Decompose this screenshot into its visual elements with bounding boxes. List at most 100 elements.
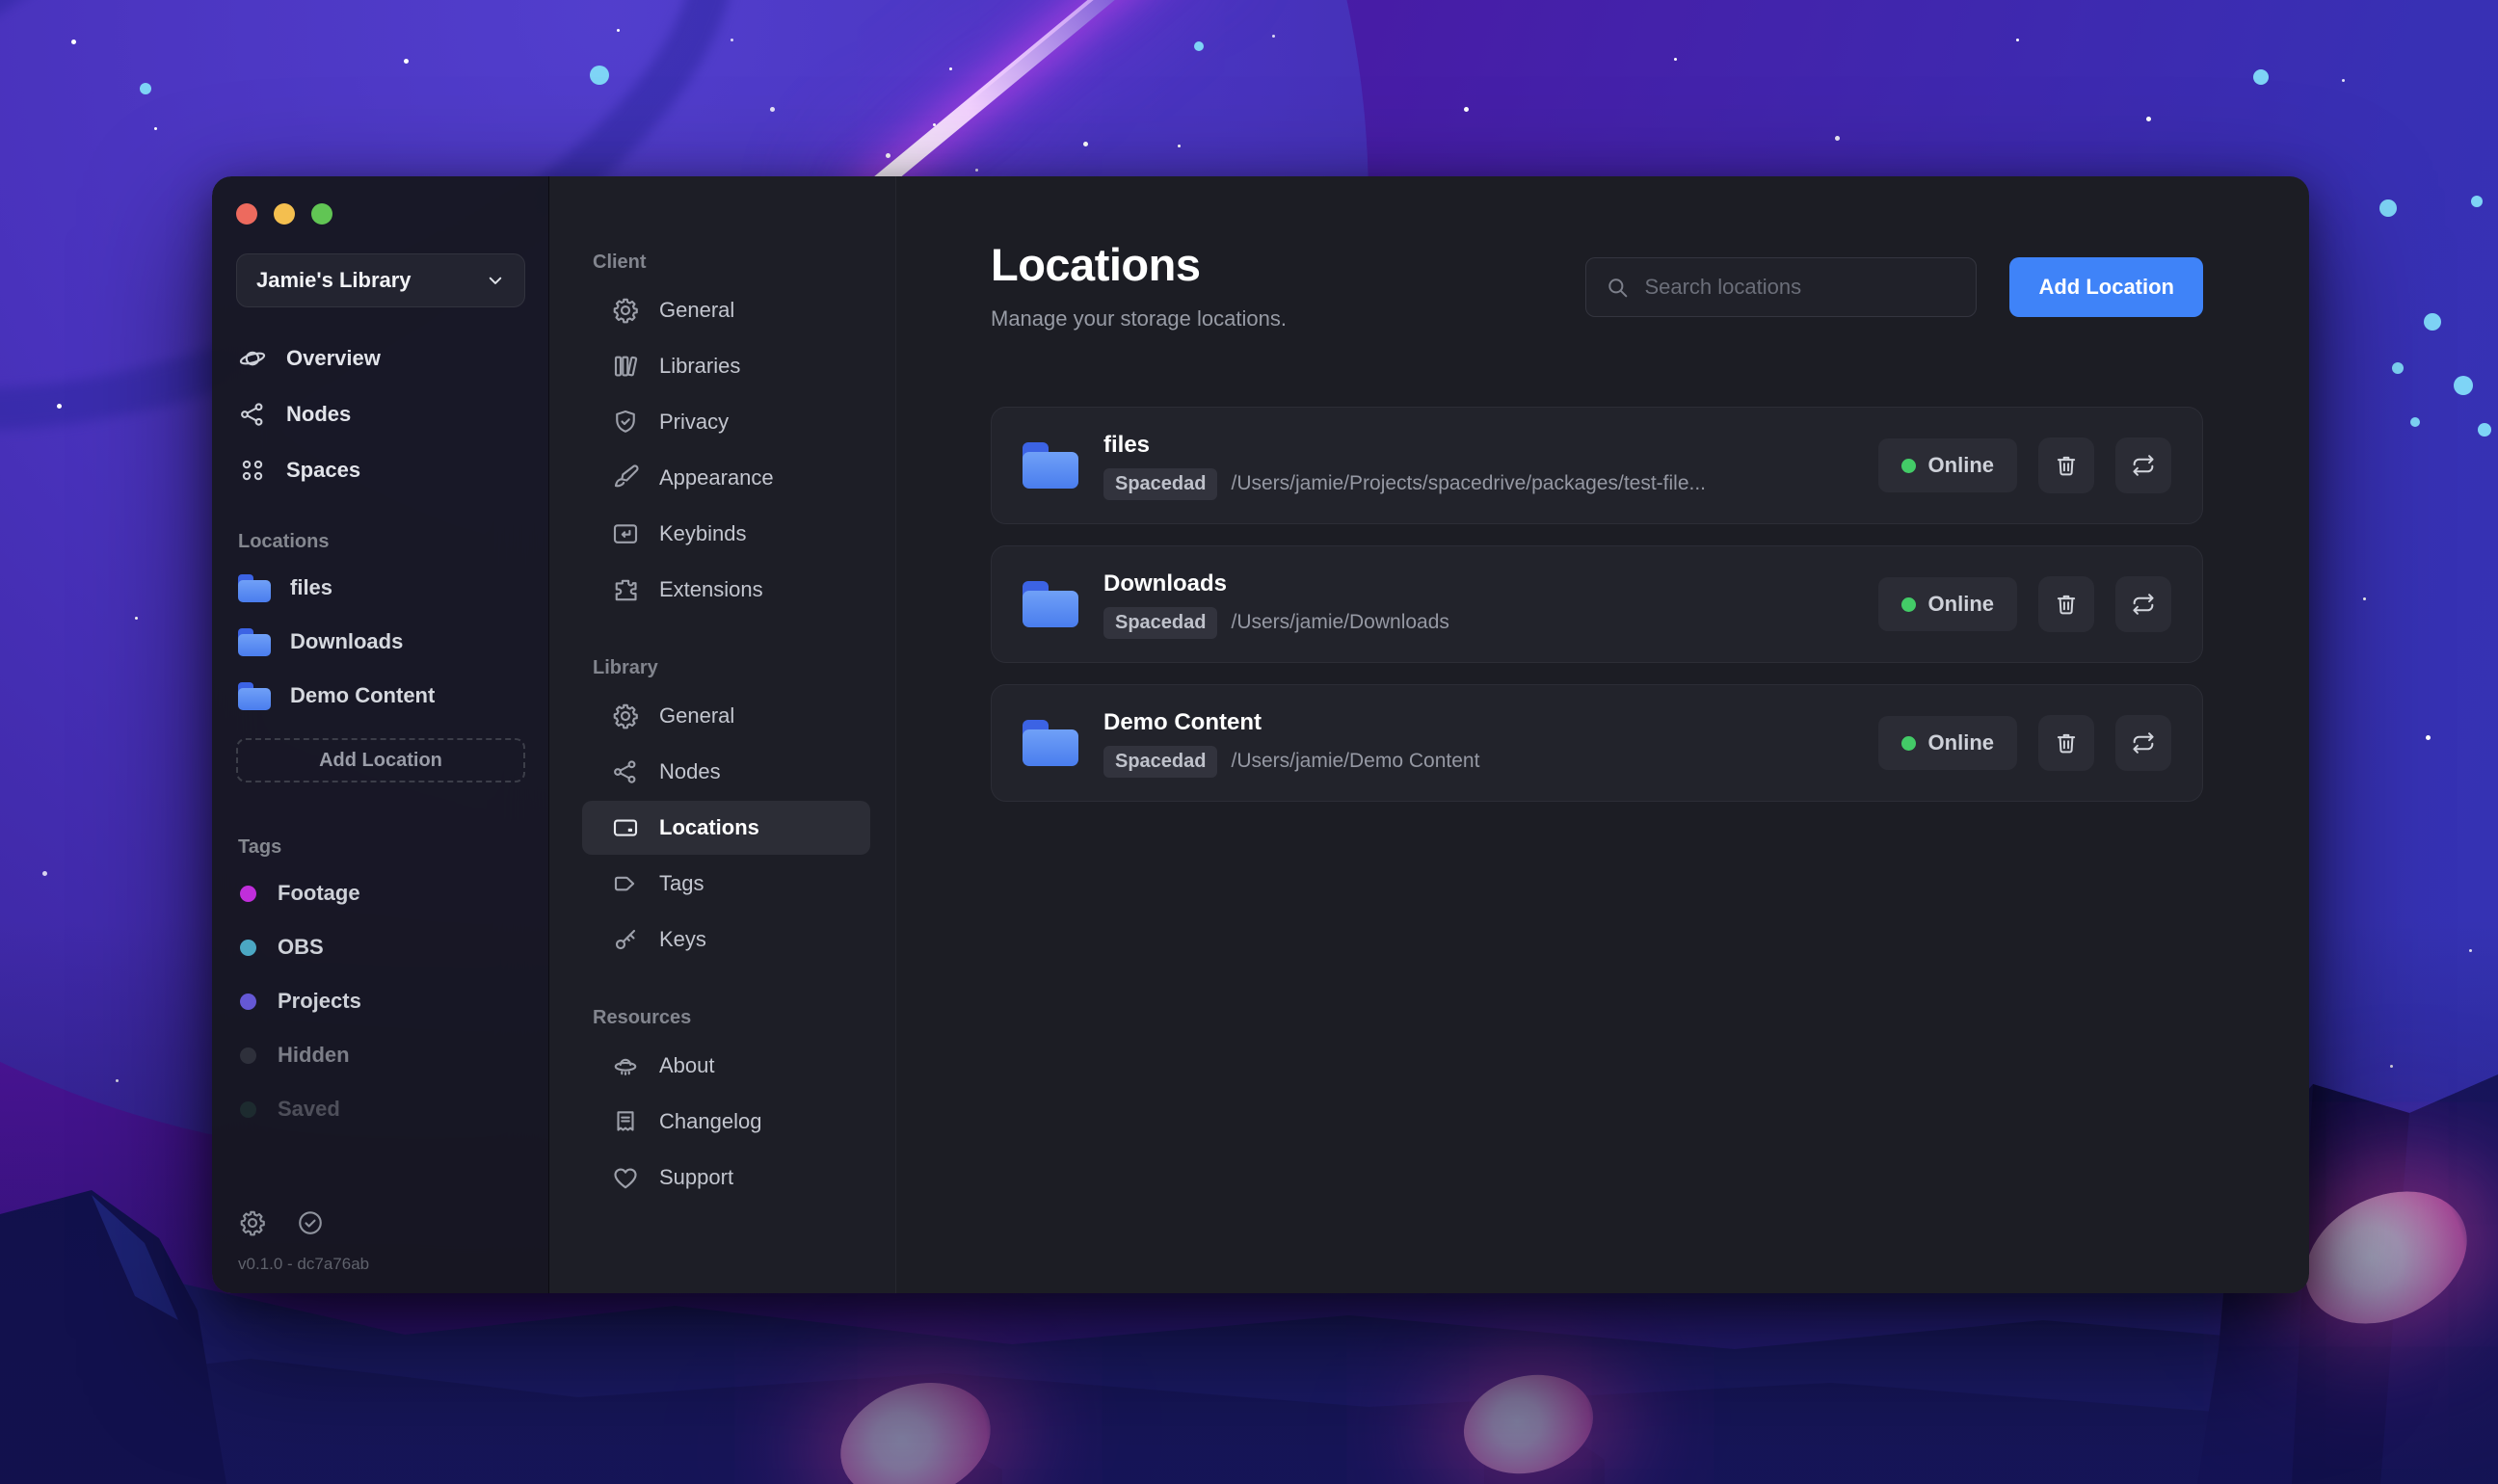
pink-crystal-glow xyxy=(2283,1165,2489,1350)
status-badge: Online xyxy=(1877,438,2017,492)
sidebar-tag-hidden[interactable]: Hidden xyxy=(212,1028,548,1082)
status-badge: Online xyxy=(1877,577,2017,631)
settings-item-extensions[interactable]: Extensions xyxy=(582,563,870,617)
locations-section-header: Locations xyxy=(238,531,330,552)
settings-item-label: Privacy xyxy=(659,410,730,434)
main-content: Locations Manage your storage locations.… xyxy=(896,176,2309,1293)
settings-item-label: About xyxy=(659,1053,715,1077)
settings-item-libraries[interactable]: Libraries xyxy=(582,339,870,393)
folder-icon xyxy=(238,681,271,710)
paintbrush-icon xyxy=(611,464,640,492)
gear-icon[interactable] xyxy=(238,1208,267,1237)
status-label: Online xyxy=(1927,730,1994,755)
refresh-icon xyxy=(2130,452,2157,479)
settings-item-tags[interactable]: Tags xyxy=(582,857,870,911)
settings-item-appearance[interactable]: Appearance xyxy=(582,451,870,505)
settings-item-client-general[interactable]: General xyxy=(582,283,870,337)
tag-label: Saved xyxy=(278,1097,340,1121)
tag-icon xyxy=(611,869,640,898)
sidebar-add-location-button[interactable]: Add Location xyxy=(236,738,525,782)
location-name: files xyxy=(1103,431,1151,458)
delete-location-button[interactable] xyxy=(2038,715,2094,771)
settings-item-label: Libraries xyxy=(659,354,741,378)
location-name: Demo Content xyxy=(1103,708,1262,735)
refresh-icon xyxy=(2130,729,2157,756)
node-badge: Spacedad xyxy=(1103,606,1218,639)
trash-icon xyxy=(2053,452,2080,479)
search-locations-field[interactable] xyxy=(1585,257,1978,317)
trash-icon xyxy=(2053,591,2080,618)
settings-item-keybinds[interactable]: Keybinds xyxy=(582,507,870,561)
location-row-demo-content[interactable]: Demo Content Spacedad /Users/jamie/Demo … xyxy=(991,684,2203,802)
library-switcher-label: Jamie's Library xyxy=(256,268,412,292)
sidebar-tag-obs[interactable]: OBS xyxy=(212,920,548,974)
settings-item-keys[interactable]: Keys xyxy=(582,913,870,967)
settings-item-support[interactable]: Support xyxy=(582,1151,870,1205)
settings-item-label: Locations xyxy=(659,815,759,839)
version-label: v0.1.0 - dc7a76ab xyxy=(238,1255,370,1273)
settings-item-about[interactable]: About xyxy=(582,1039,870,1093)
delete-location-button[interactable] xyxy=(2038,576,2094,632)
chevron-down-icon xyxy=(482,267,509,294)
tag-color-dot xyxy=(240,1100,256,1118)
tags-section-header: Tags xyxy=(238,836,282,858)
settings-item-locations[interactable]: Locations xyxy=(582,801,870,855)
settings-section-resources: Resources About Changelog Support xyxy=(549,1007,895,1205)
tag-label: OBS xyxy=(278,935,324,959)
trash-icon xyxy=(2053,729,2080,756)
sidebar-location-files[interactable]: files xyxy=(212,561,548,615)
rescan-location-button[interactable] xyxy=(2115,576,2171,632)
settings-item-privacy[interactable]: Privacy xyxy=(582,395,870,449)
sidebar-location-downloads[interactable]: Downloads xyxy=(212,615,548,669)
tag-label: Footage xyxy=(278,881,360,905)
sidebar-tag-footage[interactable]: Footage xyxy=(212,866,548,920)
minimize-button[interactable] xyxy=(274,203,295,225)
add-location-button[interactable]: Add Location xyxy=(2009,257,2203,317)
spacedrive-window: Jamie's Library Overview Nodes Spaces Lo… xyxy=(212,176,2309,1293)
sidebar-location-demo-content[interactable]: Demo Content xyxy=(212,669,548,723)
sidebar-item-spaces[interactable]: Spaces xyxy=(212,442,548,498)
library-switcher[interactable]: Jamie's Library xyxy=(236,253,525,307)
pink-crystal-glow xyxy=(1452,1362,1605,1484)
sidebar-item-nodes[interactable]: Nodes xyxy=(212,386,548,442)
sidebar-item-label: Spaces xyxy=(286,458,361,482)
settings-item-label: Changelog xyxy=(659,1109,762,1133)
settings-item-library-general[interactable]: General xyxy=(582,689,870,743)
key-icon xyxy=(611,925,640,954)
settings-item-label: Tags xyxy=(659,871,704,895)
rescan-location-button[interactable] xyxy=(2115,715,2171,771)
sidebar-tag-saved[interactable]: Saved xyxy=(212,1082,548,1136)
settings-item-label: General xyxy=(659,298,735,322)
sidebar-item-label: Overview xyxy=(286,346,381,370)
page-subtitle: Manage your storage locations. xyxy=(991,306,1287,331)
location-row-files[interactable]: files Spacedad /Users/jamie/Projects/spa… xyxy=(991,407,2203,524)
close-button[interactable] xyxy=(236,203,257,225)
receipt-icon xyxy=(611,1107,640,1136)
tag-label: Hidden xyxy=(278,1043,350,1067)
sidebar-tag-projects[interactable]: Projects xyxy=(212,974,548,1028)
location-path: /Users/jamie/Projects/spacedrive/package… xyxy=(1231,472,1707,494)
section-title: Library xyxy=(593,657,658,678)
spaces-grid-icon xyxy=(238,456,267,485)
books-icon xyxy=(611,352,640,381)
main-header: Locations Manage your storage locations.… xyxy=(991,238,2203,331)
puzzle-icon xyxy=(611,575,640,604)
location-row-downloads[interactable]: Downloads Spacedad /Users/jamie/Download… xyxy=(991,545,2203,663)
delete-location-button[interactable] xyxy=(2038,437,2094,493)
settings-item-label: Keybinds xyxy=(659,521,747,545)
planet-icon xyxy=(238,344,267,373)
search-input[interactable] xyxy=(1644,275,1959,300)
sidebar-footer: v0.1.0 - dc7a76ab xyxy=(238,1208,369,1274)
settings-nav: Client General Libraries Privacy Appeara… xyxy=(549,176,896,1293)
check-circle-icon[interactable] xyxy=(296,1208,325,1237)
sidebar-item-overview[interactable]: Overview xyxy=(212,331,548,386)
location-name: Downloads xyxy=(1103,570,1228,596)
ufo-icon xyxy=(611,1051,640,1080)
rescan-location-button[interactable] xyxy=(2115,437,2171,493)
location-label: files xyxy=(290,575,333,599)
refresh-icon xyxy=(2130,591,2157,618)
settings-item-changelog[interactable]: Changelog xyxy=(582,1095,870,1149)
location-path: /Users/jamie/Demo Content xyxy=(1231,750,1480,772)
settings-item-library-nodes[interactable]: Nodes xyxy=(582,745,870,799)
zoom-button[interactable] xyxy=(311,203,332,225)
